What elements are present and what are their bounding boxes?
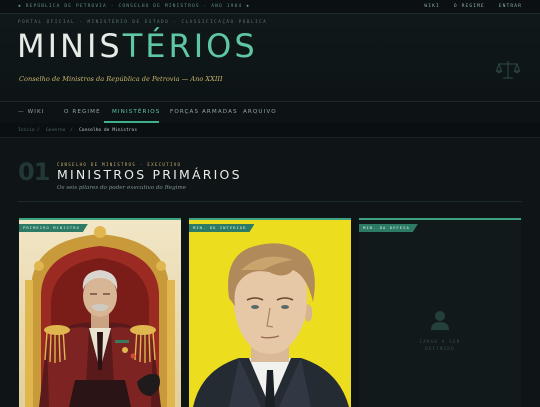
main-nav: — WIKI O REGIME MINISTÉRIOS FORÇAS ARMAD… [0, 101, 540, 124]
section-subtitle: Os seis pilares do poder executivo do Re… [57, 185, 187, 191]
top-link-regime[interactable]: O REGIME [454, 4, 485, 9]
page-subtitle: Conselho de Ministros da República de Pe… [19, 75, 223, 83]
minister-card-prime-minister[interactable]: PRIMEIRO MINISTRO [19, 218, 181, 407]
breadcrumb: Início / Governo / Conselho de Ministros [0, 123, 540, 138]
user-placeholder-icon [431, 311, 449, 330]
card-tag: MIN. DA DEFESA [359, 224, 418, 232]
breadcrumb-item-governo[interactable]: Governo [46, 128, 65, 133]
minister-card-defense[interactable]: MIN. DA DEFESA CARGO A SER DEFINIDO [359, 218, 521, 407]
page-title-part-1: MINIS [17, 27, 123, 65]
nav-item-regime[interactable]: O REGIME [64, 109, 101, 115]
top-bar-text: ◆ REPÚBLICA DE PETROVIA · CONSELHO DE MI… [18, 4, 250, 9]
page-title: MINISTÉRIOS [17, 26, 258, 66]
breadcrumb-separator: / [70, 127, 73, 133]
breadcrumb-current: Conselho de Ministros [79, 127, 138, 133]
portrait-prime-minister [19, 220, 181, 407]
header-eyebrow: PORTAL OFICIAL · MINISTÉRIO DE ESTADO · … [18, 20, 268, 25]
card-tag: PRIMEIRO MINISTRO [19, 224, 88, 232]
breadcrumb-item-inicio[interactable]: Início [18, 128, 35, 133]
placeholder-text-line: CARGO A SER [419, 339, 461, 344]
nav-item-forcas-armadas[interactable]: FORÇAS ARMADAS [170, 109, 238, 115]
nav-item-arquivo[interactable]: ARQUIVO [243, 109, 277, 115]
top-links: WIKI O REGIME ENTRAR [424, 4, 522, 9]
card-tag: MIN. DO INTERIOR [189, 224, 254, 232]
top-bar: ◆ REPÚBLICA DE PETROVIA · CONSELHO DE MI… [0, 0, 540, 14]
top-link-wiki[interactable]: WIKI [424, 4, 439, 9]
portrait-interior-minister [189, 220, 351, 407]
placeholder-text-line: DEFINIDO [425, 346, 455, 351]
section-number: 01 [18, 158, 50, 186]
placeholder-text: CARGO A SER DEFINIDO [359, 338, 521, 352]
nav-item-ministerios[interactable]: MINISTÉRIOS [112, 109, 160, 115]
page-title-part-2: TÉRIOS [122, 27, 258, 65]
section-title: MINISTROS PRIMÁRIOS [57, 167, 242, 182]
nav-item-wiki[interactable]: — WIKI [18, 109, 44, 115]
breadcrumb-separator: / [37, 127, 40, 133]
minister-card-interior[interactable]: MIN. DO INTERIOR [189, 218, 351, 407]
section-divider [18, 201, 522, 202]
scales-of-justice-icon [496, 61, 520, 79]
top-link-login[interactable]: ENTRAR [499, 4, 522, 9]
